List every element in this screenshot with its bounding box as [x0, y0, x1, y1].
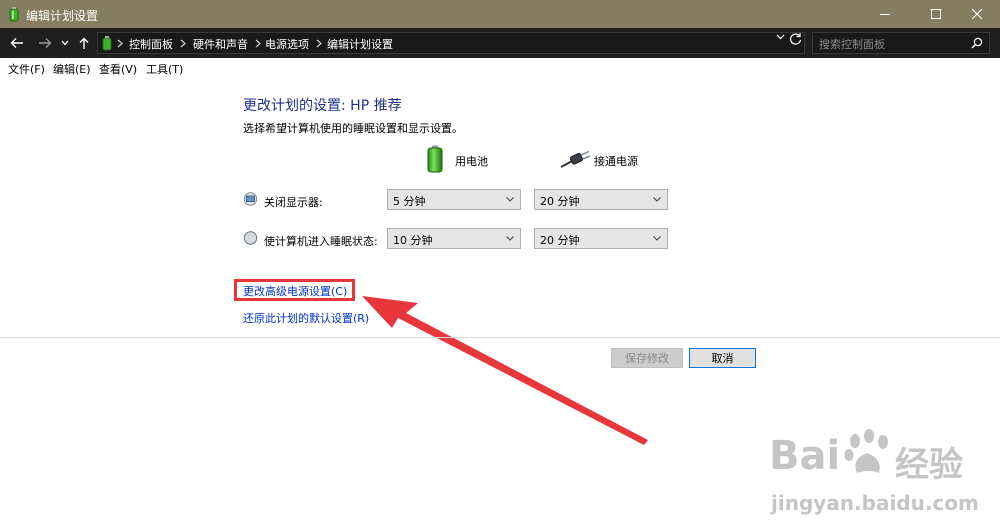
- monitor-icon: [243, 192, 258, 206]
- divider: [0, 337, 1000, 338]
- sleep-label: 使计算机进入睡眠状态:: [264, 235, 378, 248]
- turn-off-display-label: 关闭显示器:: [264, 196, 323, 209]
- paw-icon: [844, 429, 888, 473]
- chevron-down-icon: [61, 40, 69, 46]
- page-subtitle: 选择希望计算机使用的睡眠设置和显示设置。: [243, 122, 463, 135]
- close-icon: [972, 9, 982, 19]
- cancel-button[interactable]: 取消: [689, 348, 756, 368]
- chevron-right-icon: [180, 39, 186, 48]
- refresh-icon[interactable]: [789, 32, 802, 46]
- chevron-down-icon: [506, 236, 514, 241]
- breadcrumb-item-power-options[interactable]: 电源选项: [265, 36, 309, 52]
- maximize-button[interactable]: [913, 0, 959, 28]
- menu-view[interactable]: 查看(V): [99, 61, 137, 77]
- display-off-battery-value: 5 分钟: [393, 195, 426, 208]
- breadcrumb-item-hardware-sound[interactable]: 硬件和声音: [193, 36, 248, 52]
- window-title: 编辑计划设置: [26, 9, 99, 23]
- up-button[interactable]: [76, 28, 92, 58]
- chevron-right-icon: [117, 39, 123, 48]
- display-off-battery-select[interactable]: 5 分钟: [387, 189, 521, 210]
- watermark-brand-left: Bai: [769, 433, 841, 479]
- save-button[interactable]: 保存修改: [611, 348, 683, 368]
- close-button[interactable]: [954, 0, 1000, 28]
- chevron-right-icon: [255, 39, 261, 48]
- back-button[interactable]: [6, 28, 28, 58]
- arrow-up-icon: [79, 37, 89, 49]
- watermark-brand-right: 经验: [895, 445, 963, 485]
- power-options-location-icon: [102, 36, 112, 51]
- battery-icon: [427, 145, 443, 173]
- search-placeholder: 搜索控制面板: [819, 38, 885, 51]
- breadcrumb[interactable]: 控制面板 硬件和声音 电源选项 编辑计划设置: [97, 32, 805, 54]
- menu-tools[interactable]: 工具(T): [146, 61, 183, 77]
- sleep-plugged-value: 20 分钟: [540, 234, 580, 247]
- menu-edit[interactable]: 编辑(E): [53, 61, 91, 77]
- annotation-highlight-box: [234, 279, 355, 301]
- watermark-url: jingyan.baidu.com: [771, 491, 979, 515]
- display-off-plugged-select[interactable]: 20 分钟: [534, 189, 668, 210]
- restore-defaults-link[interactable]: 还原此计划的默认设置(R): [243, 310, 369, 326]
- maximize-icon: [931, 9, 941, 19]
- breadcrumb-item-edit-plan[interactable]: 编辑计划设置: [327, 36, 393, 52]
- menu-file[interactable]: 文件(F): [8, 61, 45, 77]
- page-title: 更改计划的设置: HP 推荐: [243, 98, 402, 114]
- forward-button[interactable]: [34, 28, 56, 58]
- menu-bar: 文件(F) 编辑(E) 查看(V) 工具(T): [0, 58, 1000, 78]
- chevron-right-icon: [316, 39, 322, 48]
- title-bar: 编辑计划设置: [0, 0, 1000, 28]
- recent-locations-button[interactable]: [58, 28, 72, 58]
- column-header-plugged-in: 接通电源: [594, 155, 638, 168]
- baidu-watermark: Bai 经验 jingyan.baidu.com: [765, 425, 1000, 525]
- sleep-plugged-select[interactable]: 20 分钟: [534, 228, 668, 249]
- search-icon[interactable]: [971, 37, 983, 49]
- chevron-down-icon: [653, 197, 661, 202]
- chevron-down-icon: [506, 197, 514, 202]
- display-off-plugged-value: 20 分钟: [540, 195, 580, 208]
- minimize-icon: [880, 14, 890, 15]
- arrow-right-icon: [39, 38, 52, 48]
- search-input[interactable]: 搜索控制面板: [812, 32, 990, 54]
- sleep-battery-value: 10 分钟: [393, 234, 433, 247]
- address-dropdown-icon[interactable]: [776, 34, 785, 40]
- minimize-button[interactable]: [862, 0, 908, 28]
- address-bar: 控制面板 硬件和声音 电源选项 编辑计划设置 搜索控制面板: [0, 28, 1000, 58]
- column-header-battery: 用电池: [455, 155, 488, 168]
- sleep-battery-select[interactable]: 10 分钟: [387, 228, 521, 249]
- power-options-app-icon: [9, 7, 19, 22]
- breadcrumb-item-control-panel[interactable]: 控制面板: [129, 36, 173, 52]
- chevron-down-icon: [653, 236, 661, 241]
- arrow-left-icon: [10, 38, 23, 48]
- power-plug-icon: [561, 150, 591, 168]
- sleep-moon-icon: [243, 231, 258, 245]
